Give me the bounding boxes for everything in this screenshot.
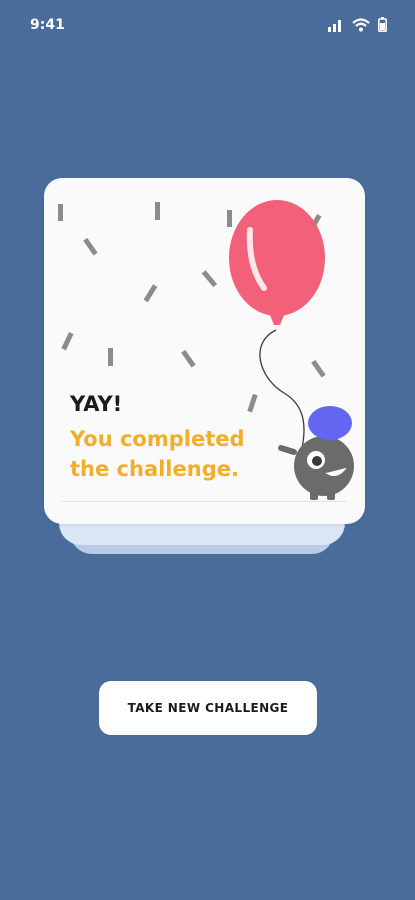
status-time: 9:41 — [30, 17, 65, 33]
success-message: You completed the challenge. — [70, 427, 245, 481]
monster-character — [278, 406, 354, 500]
success-title: YAY! — [70, 392, 123, 416]
battery-icon — [378, 17, 387, 32]
take-new-challenge-button[interactable]: TAKE NEW CHALLENGE — [99, 681, 317, 735]
status-bar: 9:41 — [0, 0, 415, 56]
card-divider — [62, 501, 347, 502]
status-icons — [328, 17, 387, 32]
balloon — [229, 200, 325, 316]
success-card: YAY! You completed the challenge. — [44, 178, 365, 524]
signal-icon — [328, 20, 341, 32]
wifi-icon — [352, 18, 370, 32]
